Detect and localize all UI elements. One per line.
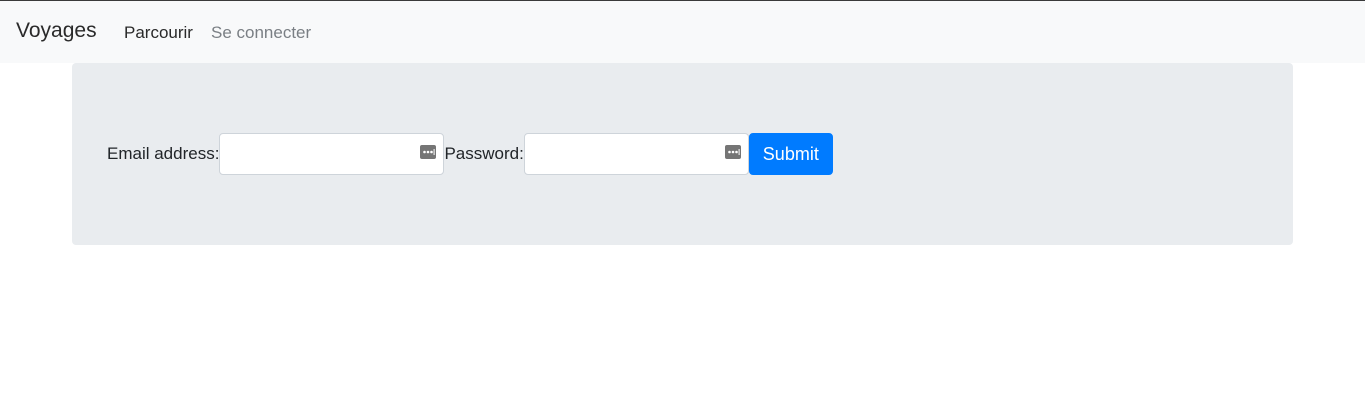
email-field-wrapper [219,133,445,175]
nav-link-se-connecter[interactable]: Se connecter [211,23,311,43]
navbar: Voyages Parcourir Se connecter [0,1,1365,63]
password-field-wrapper [523,133,749,175]
login-panel: Email address: Password: Submit [72,63,1293,245]
password-manager-key-icon[interactable] [724,145,741,159]
email-label: Email address: [107,144,220,163]
login-form: Email address: Password: Submit [107,133,833,175]
submit-button[interactable]: Submit [748,133,833,175]
password-field[interactable] [524,134,748,174]
password-manager-key-icon[interactable] [420,145,437,159]
nav-link-parcourir[interactable]: Parcourir [124,23,193,43]
email-field[interactable] [220,134,444,174]
password-label: Password: [444,144,524,163]
navbar-brand[interactable]: Voyages [16,19,97,43]
